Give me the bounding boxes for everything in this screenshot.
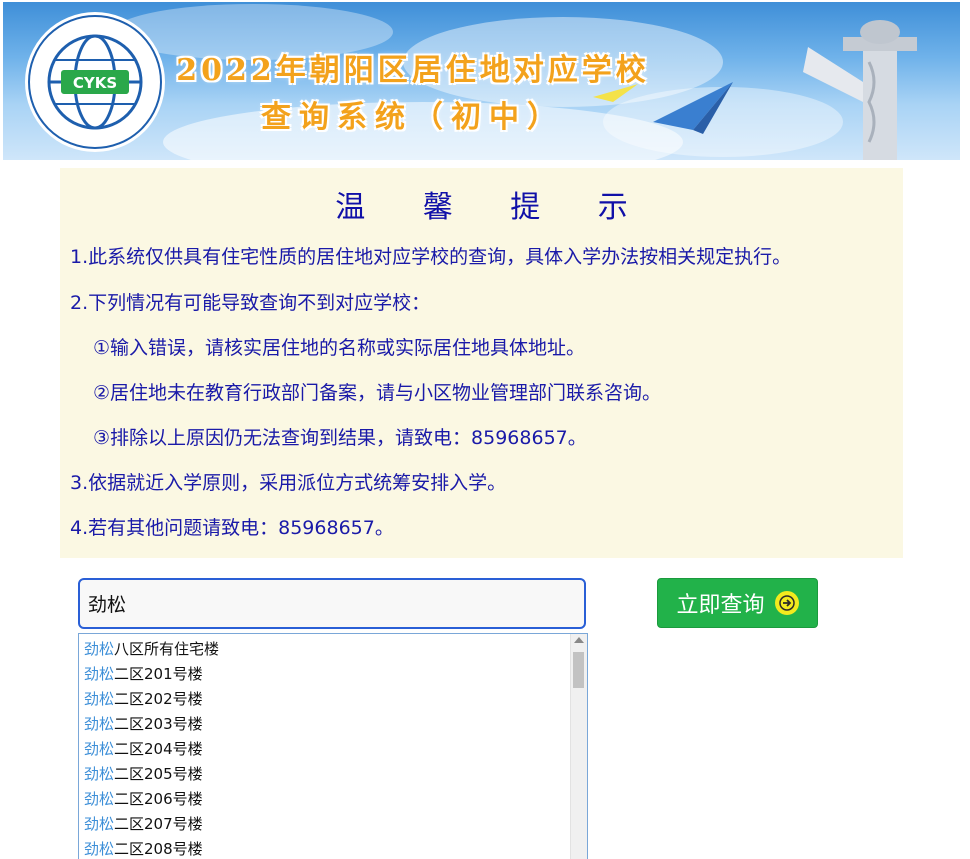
notice-item: 2.下列情况有可能导致查询不到对应学校： bbox=[70, 292, 431, 314]
suggestion-item[interactable]: 劲松二区205号楼 bbox=[79, 762, 573, 787]
notice-title: 温 馨 提 示 bbox=[335, 190, 652, 225]
suggestion-rest: 二区206号楼 bbox=[114, 790, 203, 808]
suggestion-rest: 二区203号楼 bbox=[114, 715, 203, 733]
banner-title-line1: 2022年朝阳区居住地对应学校 bbox=[176, 53, 650, 88]
suggestion-item[interactable]: 劲松二区204号楼 bbox=[79, 737, 573, 762]
suggestion-match: 劲松 bbox=[84, 640, 115, 658]
suggestion-rest: 二区201号楼 bbox=[114, 665, 203, 683]
notice-subitem: ②居住地未在教育行政部门备案，请与小区物业管理部门联系咨询。 bbox=[93, 382, 662, 404]
notice-item: 4.若有其他问题请致电：85968657。 bbox=[70, 517, 394, 539]
suggestion-item[interactable]: 劲松二区206号楼 bbox=[79, 787, 573, 812]
banner-title-line2: 查询系统（初中） bbox=[261, 99, 565, 135]
suggestion-match: 劲松 bbox=[84, 790, 115, 808]
suggestion-match: 劲松 bbox=[84, 665, 115, 683]
suggestion-item[interactable]: 劲松二区203号楼 bbox=[79, 712, 573, 737]
suggestion-rest: 二区204号楼 bbox=[114, 740, 203, 758]
suggestion-rest: 二区205号楼 bbox=[114, 765, 203, 783]
banner-title: 2022年朝阳区居住地对应学校 查询系统（初中） bbox=[163, 48, 663, 141]
suggestion-item[interactable]: 劲松八区所有住宅楼 bbox=[79, 637, 573, 662]
suggestion-list: 劲松八区所有住宅楼 劲松二区201号楼 劲松二区202号楼 劲松二区203号楼 … bbox=[79, 637, 573, 859]
dropdown-scrollbar[interactable] bbox=[570, 634, 587, 859]
suggestion-item[interactable]: 劲松二区208号楼 bbox=[79, 837, 573, 859]
search-button-label: 立即查询 bbox=[676, 593, 765, 618]
suggestion-rest: 二区207号楼 bbox=[114, 815, 203, 833]
suggestion-match: 劲松 bbox=[84, 765, 115, 783]
suggestion-match: 劲松 bbox=[84, 715, 115, 733]
suggestion-item[interactable]: 劲松二区202号楼 bbox=[79, 687, 573, 712]
suggestion-match: 劲松 bbox=[84, 840, 115, 858]
notice-panel: 温 馨 提 示 1.此系统仅供具有住宅性质的居住地对应学校的查询，具体入学办法按… bbox=[60, 168, 903, 558]
suggestion-item[interactable]: 劲松二区207号楼 bbox=[79, 812, 573, 837]
scrollbar-thumb[interactable] bbox=[573, 652, 584, 688]
suggestion-match: 劲松 bbox=[84, 815, 115, 833]
svg-text:CYKS: CYKS bbox=[73, 74, 117, 92]
suggestion-rest: 八区所有住宅楼 bbox=[114, 640, 220, 658]
notice-subitem: ③排除以上原因仍无法查询到结果，请致电：85968657。 bbox=[93, 427, 587, 449]
suggestion-item[interactable]: 劲松二区201号楼 bbox=[79, 662, 573, 687]
header-banner: CYKS 2022年朝阳区居住地对应学校 查询系统（初中） bbox=[3, 2, 960, 160]
arrow-right-circle-icon bbox=[774, 591, 799, 615]
suggestion-rest: 二区202号楼 bbox=[114, 690, 203, 708]
notice-subitem: ①输入错误，请核实居住地的名称或实际居住地具体地址。 bbox=[93, 337, 586, 359]
address-search-input[interactable] bbox=[78, 578, 586, 629]
notice-item: 1.此系统仅供具有住宅性质的居住地对应学校的查询，具体入学办法按相关规定执行。 bbox=[70, 246, 792, 268]
notice-item: 3.依据就近入学原则，采用派位方式统筹安排入学。 bbox=[70, 472, 507, 494]
suggestion-match: 劲松 bbox=[84, 690, 115, 708]
cyks-logo-icon: CYKS bbox=[25, 12, 165, 152]
search-submit-button[interactable]: 立即查询 bbox=[657, 578, 818, 628]
scroll-up-arrow-icon[interactable] bbox=[574, 637, 584, 643]
suggestion-match: 劲松 bbox=[84, 740, 115, 758]
suggestion-rest: 二区208号楼 bbox=[114, 840, 203, 858]
autocomplete-dropdown[interactable]: 劲松八区所有住宅楼 劲松二区201号楼 劲松二区202号楼 劲松二区203号楼 … bbox=[78, 633, 588, 859]
